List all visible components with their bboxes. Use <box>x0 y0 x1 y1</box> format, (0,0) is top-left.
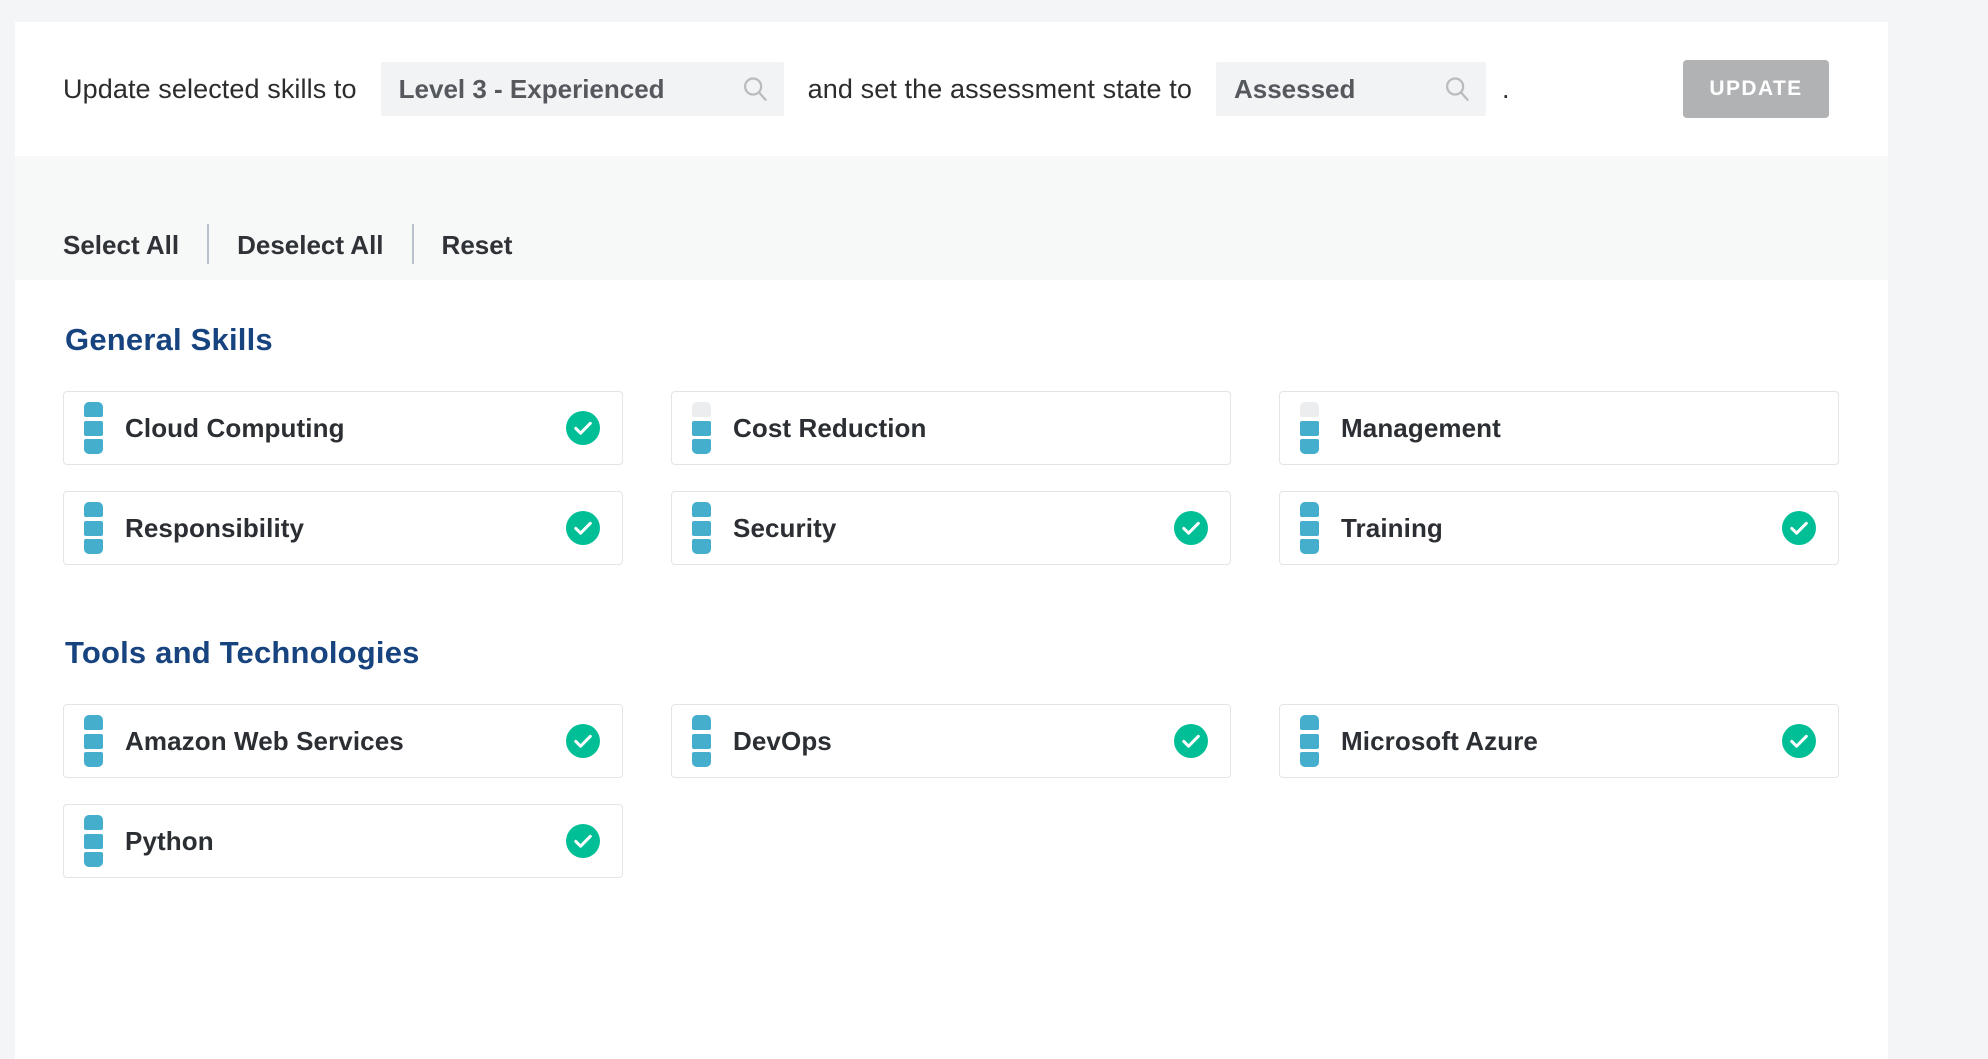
level-segment <box>84 815 103 830</box>
skill-level-indicator <box>692 715 711 767</box>
skill-card[interactable]: Security <box>671 491 1231 565</box>
skill-card[interactable]: Cloud Computing <box>63 391 623 465</box>
level-segment <box>1300 439 1319 454</box>
skill-card-grid: Amazon Web Services DevOps Microsoft Azure… <box>63 704 1840 878</box>
level-segment <box>84 439 103 454</box>
section-title: General Skills <box>65 322 273 357</box>
update-button[interactable]: UPDATE <box>1683 60 1829 118</box>
skill-card[interactable]: DevOps <box>671 704 1231 778</box>
skill-level-indicator <box>84 715 103 767</box>
select-all-link[interactable]: Select All <box>63 232 179 258</box>
level-picker[interactable]: Level 3 - Experienced <box>380 62 784 116</box>
level-segment <box>1300 752 1319 767</box>
skill-card-grid: Cloud Computing Cost Reduction Management R… <box>63 391 1840 565</box>
level-segment <box>692 420 711 436</box>
skill-level-indicator <box>84 502 103 554</box>
skill-name: Management <box>1341 412 1501 443</box>
level-segment <box>84 852 103 867</box>
skill-level-indicator <box>1300 402 1319 454</box>
selection-toolbar: Select All Deselect All Reset <box>15 156 1888 280</box>
assessed-check-icon[interactable] <box>566 511 600 545</box>
assessed-check-icon[interactable] <box>1782 724 1816 758</box>
toolbar-divider <box>207 224 210 264</box>
level-segment <box>692 520 711 536</box>
level-segment <box>1300 502 1319 517</box>
skill-card[interactable]: Cost Reduction <box>671 391 1231 465</box>
level-segment <box>1300 420 1319 436</box>
skill-name: Cloud Computing <box>125 412 345 443</box>
level-segment <box>84 402 103 417</box>
assessed-check-icon[interactable] <box>1174 724 1208 758</box>
skill-card[interactable]: Amazon Web Services <box>63 704 623 778</box>
toolbar-divider <box>411 224 414 264</box>
level-segment <box>692 402 711 417</box>
deselect-all-link[interactable]: Deselect All <box>237 232 383 258</box>
assessed-check-icon[interactable] <box>566 411 600 445</box>
level-segment <box>1300 715 1319 730</box>
level-segment <box>1300 520 1319 536</box>
level-segment <box>692 733 711 749</box>
skill-card[interactable]: Python <box>63 804 623 878</box>
skill-level-indicator <box>692 502 711 554</box>
level-segment <box>692 502 711 517</box>
level-segment <box>692 715 711 730</box>
skill-card[interactable]: Responsibility <box>63 491 623 565</box>
level-segment <box>84 715 103 730</box>
level-segment <box>1300 733 1319 749</box>
skill-name: Training <box>1341 512 1443 543</box>
level-segment <box>1300 539 1319 554</box>
level-segment <box>84 520 103 536</box>
assessed-check-icon[interactable] <box>1174 511 1208 545</box>
level-segment <box>692 539 711 554</box>
reset-link[interactable]: Reset <box>442 232 513 258</box>
skill-card[interactable]: Microsoft Azure <box>1279 704 1839 778</box>
level-segment <box>84 733 103 749</box>
level-segment <box>692 439 711 454</box>
level-segment <box>84 752 103 767</box>
skill-name: Cost Reduction <box>733 412 927 443</box>
bulk-update-trailing-punctuation: . <box>1501 73 1510 104</box>
skill-name: Amazon Web Services <box>125 725 404 756</box>
search-icon[interactable] <box>1442 74 1472 104</box>
bulk-update-lead-text: Update selected skills to <box>63 73 357 104</box>
skill-name: Security <box>733 512 837 543</box>
skill-name: Microsoft Azure <box>1341 725 1538 756</box>
level-segment <box>84 420 103 436</box>
assessment-state-picker[interactable]: Assessed <box>1215 62 1486 116</box>
skill-level-indicator <box>1300 502 1319 554</box>
skill-level-indicator <box>692 402 711 454</box>
level-segment <box>692 752 711 767</box>
assessed-check-icon[interactable] <box>566 824 600 858</box>
skills-panel: General Skills Cloud Computing Cost Reduc… <box>15 280 1888 1059</box>
skill-level-indicator <box>1300 715 1319 767</box>
skill-card[interactable]: Management <box>1279 391 1839 465</box>
section-general-skills: General Skills Cloud Computing Cost Reduc… <box>63 324 1840 565</box>
bulk-update-mid-text: and set the assessment state to <box>807 73 1192 104</box>
assessment-state-picker-value: Assessed <box>1233 73 1356 104</box>
skill-name: DevOps <box>733 725 832 756</box>
bulk-update-bar: Update selected skills to Level 3 - Expe… <box>15 22 1888 156</box>
assessed-check-icon[interactable] <box>1782 511 1816 545</box>
level-segment <box>1300 402 1319 417</box>
bulk-skill-update-page: Update selected skills to Level 3 - Expe… <box>0 0 1988 1059</box>
skill-level-indicator <box>84 815 103 867</box>
level-segment <box>84 502 103 517</box>
skill-name: Python <box>125 825 214 856</box>
section-title: Tools and Technologies <box>65 635 420 670</box>
assessed-check-icon[interactable] <box>566 724 600 758</box>
level-picker-value: Level 3 - Experienced <box>398 73 665 104</box>
section-tools-and-technologies: Tools and Technologies Amazon Web Servic… <box>63 637 1840 878</box>
skill-name: Responsibility <box>125 512 305 543</box>
level-segment <box>84 833 103 849</box>
level-segment <box>84 539 103 554</box>
skill-level-indicator <box>84 402 103 454</box>
skill-card[interactable]: Training <box>1279 491 1839 565</box>
search-icon[interactable] <box>740 74 770 104</box>
